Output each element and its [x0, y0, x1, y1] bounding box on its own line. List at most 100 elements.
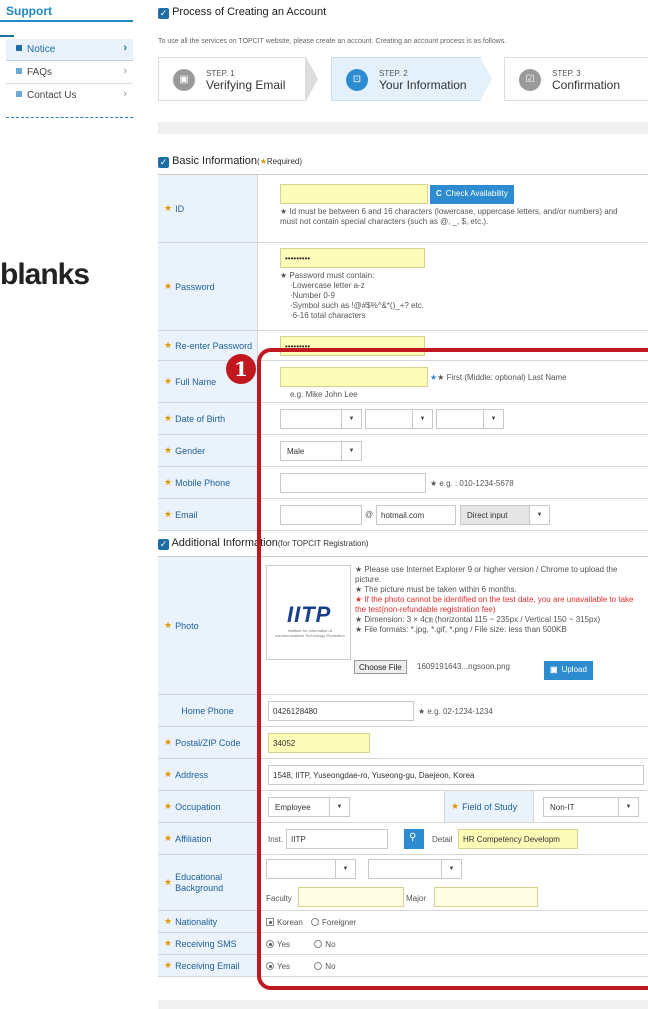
password-input[interactable]: •••••••••	[280, 248, 425, 268]
field-value: C Check Availability ★ Id must be between…	[258, 175, 648, 242]
label-text: Full Name	[175, 376, 217, 387]
field-label: ★ Photo	[158, 557, 258, 694]
step-name: Confirmation	[552, 78, 621, 92]
sidebar-item-notice[interactable]: Notice ›	[6, 39, 133, 61]
label-text: Password	[175, 281, 215, 292]
hint-line: ·6-16 total characters	[290, 311, 366, 320]
monitor-icon: ⊡	[346, 69, 368, 91]
label-text: Postal/ZIP Code	[175, 737, 241, 748]
sidebar-item-label: Notice	[27, 44, 56, 55]
step-arrow	[306, 57, 318, 101]
required-star: ★	[164, 916, 173, 926]
row-password: ★ Password ••••••••• ★ Password must cont…	[158, 243, 648, 331]
label-text: Receiving SMS	[175, 938, 237, 949]
required-star: ★	[164, 960, 173, 970]
step-verifying-email: ▣ STEP. 1 Verifying Email	[158, 57, 306, 101]
process-title-text: Process of Creating an Account	[172, 6, 327, 18]
step-number: STEP. 3	[552, 69, 581, 78]
sidebar-title: Support	[0, 0, 133, 22]
sidebar-item-faqs[interactable]: FAQs ›	[6, 62, 133, 84]
field-label: ★ Receiving SMS	[158, 933, 258, 954]
field-label: Home Phone	[158, 695, 258, 726]
field-label: ★ Nationality	[158, 911, 258, 932]
required-star: ★	[164, 801, 173, 811]
label-text: Photo	[175, 620, 199, 631]
id-card-icon: ▣	[173, 69, 195, 91]
check-icon: ✓	[158, 8, 169, 19]
refresh-icon: C	[436, 189, 442, 198]
sidebar-item-label: FAQs	[27, 67, 53, 78]
active-indicator	[0, 35, 14, 37]
label-text: Date of Birth	[175, 413, 226, 424]
required-star: ★	[164, 281, 173, 291]
required-star: ★	[164, 445, 173, 455]
id-input[interactable]	[280, 184, 428, 204]
page: Support Notice › FAQs › Contact Us › blanks…	[0, 0, 648, 1009]
label-text: Email	[175, 509, 198, 520]
label-text: Address	[175, 769, 209, 780]
hint-line: ·Symbol such as !@#$%^&*()_+? etc.	[290, 301, 424, 310]
field-label: ★ Educational Background	[158, 855, 258, 910]
field-label: ★ Mobile Phone	[158, 467, 258, 498]
button-label: Check Availability	[445, 189, 508, 198]
required-star: ★	[164, 340, 173, 350]
step-name: Your Information	[379, 78, 467, 92]
process-description: To use all the services on TOPCIT websit…	[158, 38, 507, 45]
hint-title: ★ Password must contain:	[280, 271, 375, 280]
field-label: ★ Occupation	[158, 791, 258, 822]
annotation-badge: 1	[226, 354, 256, 384]
divider-bar	[158, 122, 648, 134]
basic-info-title: ✓ Basic Information(★Required)	[158, 155, 303, 168]
hint-line: ·Number 0-9	[290, 291, 335, 300]
label-text: Mobile Phone	[175, 477, 231, 488]
required-note: Required	[266, 157, 300, 166]
check-icon: ✓	[158, 157, 169, 168]
required-star: ★	[164, 477, 173, 487]
required-star: ★	[164, 203, 173, 213]
password-hint: ★ Password must contain: ·Lowercase lett…	[280, 271, 580, 321]
step-your-information: ⊡ STEP. 2 Your Information	[331, 57, 481, 101]
step-number: STEP. 2	[379, 69, 408, 78]
required-star: ★	[164, 769, 173, 779]
label-text: Educational Background	[175, 871, 224, 893]
sidebar-divider	[6, 117, 133, 118]
label-text: Nationality	[175, 916, 218, 927]
step-confirmation: ☑ STEP. 3 Confirmation	[504, 57, 648, 101]
field-label: ★ ID	[158, 175, 258, 242]
required-star: ★	[164, 877, 173, 887]
check-availability-button[interactable]: C Check Availability	[430, 185, 514, 204]
overlay-text: blanks	[0, 258, 90, 291]
required-star: ★	[164, 620, 173, 630]
row-id: ★ ID C Check Availability ★ Id must be bet…	[158, 175, 648, 243]
required-star: ★	[164, 938, 173, 948]
label-text: Affiliation	[175, 833, 212, 844]
field-label: ★ Affiliation	[158, 823, 258, 854]
step-number: STEP. 1	[206, 69, 235, 78]
chevron-right-icon: ›	[123, 65, 127, 77]
label-text: Re-enter Password	[175, 340, 253, 351]
field-label: ★ Password	[158, 243, 258, 330]
bullet-icon	[16, 91, 22, 97]
field-label: ★ Address	[158, 759, 258, 790]
bullet-icon	[16, 45, 22, 51]
sidebar-item-label: Contact Us	[27, 90, 77, 101]
required-star: ★	[164, 833, 173, 843]
bottom-divider	[158, 1000, 648, 1009]
field-value: ••••••••• ★ Password must contain: ·Lowe…	[258, 243, 648, 330]
process-title: ✓ Process of Creating an Account	[158, 6, 326, 19]
field-label: ★ Date of Birth	[158, 403, 258, 434]
check-icon: ✓	[158, 539, 169, 550]
section-title-text: Basic Information	[172, 155, 258, 167]
field-label: ★ Receiving Email	[158, 955, 258, 976]
chevron-right-icon: ›	[123, 42, 127, 54]
highlight-frame	[257, 348, 648, 990]
id-hint: ★ Id must be between 6 and 16 characters…	[280, 207, 618, 226]
bullet-icon	[16, 68, 22, 74]
chevron-right-icon: ›	[123, 88, 127, 100]
hint-line: ·Lowercase letter a-z	[290, 281, 365, 290]
sidebar-item-contact[interactable]: Contact Us ›	[6, 85, 133, 107]
required-star: ★	[259, 157, 267, 166]
label-text: Gender	[175, 445, 206, 456]
field-label: ★ Email	[158, 499, 258, 530]
required-star: ★	[164, 737, 173, 747]
